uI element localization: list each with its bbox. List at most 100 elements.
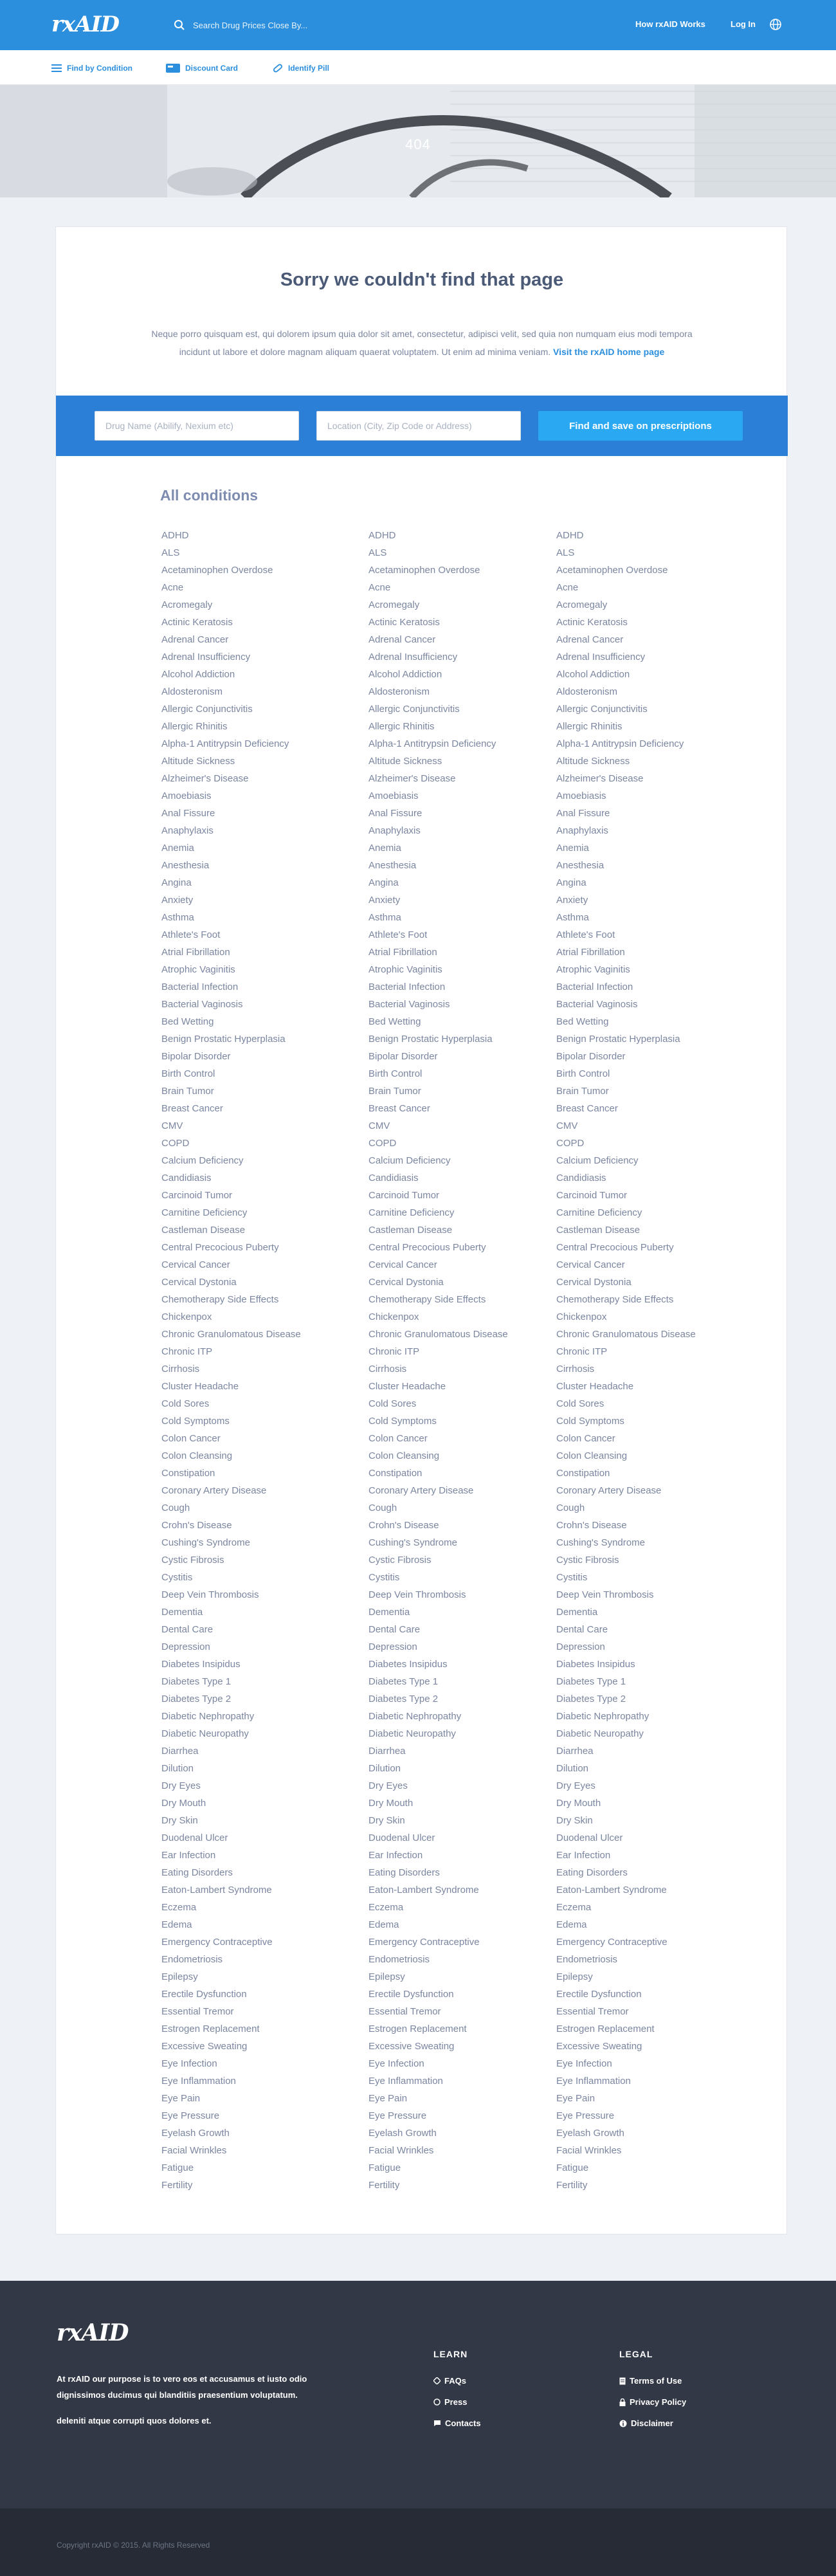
condition-link[interactable]: Anxiety	[556, 891, 696, 909]
condition-link[interactable]: Diabetes Insipidus	[556, 1656, 696, 1673]
condition-link[interactable]: Eye Pain	[556, 2090, 696, 2107]
condition-link[interactable]: Ear Infection	[556, 1847, 696, 1864]
condition-link[interactable]: Colon Cleansing	[161, 1447, 301, 1465]
condition-link[interactable]: Alpha-1 Antitrypsin Deficiency	[368, 735, 508, 753]
condition-link[interactable]: Diabetes Insipidus	[161, 1656, 301, 1673]
identify-pill-link[interactable]: Identify Pill	[273, 62, 329, 75]
condition-link[interactable]: Alcohol Addiction	[161, 666, 301, 683]
condition-link[interactable]: Bipolar Disorder	[556, 1048, 696, 1065]
condition-link[interactable]: Eye Pressure	[556, 2107, 696, 2124]
condition-link[interactable]: Eating Disorders	[368, 1864, 508, 1881]
condition-link[interactable]: Eye Infection	[556, 2055, 696, 2072]
condition-link[interactable]: ADHD	[368, 527, 508, 544]
condition-link[interactable]: Athlete's Foot	[161, 926, 301, 944]
condition-link[interactable]: Diabetic Nephropathy	[556, 1708, 696, 1725]
condition-link[interactable]: Adrenal Insufficiency	[368, 648, 508, 666]
condition-link[interactable]: Chronic Granulomatous Disease	[161, 1326, 301, 1343]
condition-link[interactable]: Cold Symptoms	[556, 1412, 696, 1430]
condition-link[interactable]: Ear Infection	[368, 1847, 508, 1864]
condition-link[interactable]: Breast Cancer	[556, 1100, 696, 1117]
condition-link[interactable]: Fatigue	[368, 2159, 508, 2177]
condition-link[interactable]: Adrenal Cancer	[368, 631, 508, 648]
condition-link[interactable]: Diabetes Type 2	[556, 1690, 696, 1708]
condition-link[interactable]: Eczema	[556, 1899, 696, 1916]
condition-link[interactable]: Calcium Deficiency	[368, 1152, 508, 1169]
condition-link[interactable]: Dry Skin	[556, 1812, 696, 1829]
find-prescriptions-button[interactable]: Find and save on prescriptions	[538, 411, 743, 441]
condition-link[interactable]: Carcinoid Tumor	[368, 1187, 508, 1204]
condition-link[interactable]: Emergency Contraceptive	[368, 1933, 508, 1951]
condition-link[interactable]: Epilepsy	[161, 1968, 301, 1986]
condition-link[interactable]: Chronic Granulomatous Disease	[556, 1326, 696, 1343]
condition-link[interactable]: Carcinoid Tumor	[556, 1187, 696, 1204]
privacy-link[interactable]: Privacy Policy	[619, 2397, 686, 2407]
condition-link[interactable]: Cervical Dystonia	[161, 1274, 301, 1291]
condition-link[interactable]: Chronic Granulomatous Disease	[368, 1326, 508, 1343]
condition-link[interactable]: Cough	[161, 1499, 301, 1517]
condition-link[interactable]: Angina	[556, 874, 696, 891]
condition-link[interactable]: Alpha-1 Antitrypsin Deficiency	[161, 735, 301, 753]
condition-link[interactable]: Birth Control	[368, 1065, 508, 1082]
condition-link[interactable]: Alzheimer's Disease	[556, 770, 696, 787]
condition-link[interactable]: ALS	[368, 544, 508, 562]
condition-link[interactable]: Acne	[368, 579, 508, 596]
condition-link[interactable]: Colon Cleansing	[556, 1447, 696, 1465]
condition-link[interactable]: Amoebiasis	[368, 787, 508, 805]
condition-link[interactable]: Chickenpox	[368, 1308, 508, 1326]
condition-link[interactable]: COPD	[368, 1135, 508, 1152]
condition-link[interactable]: Allergic Conjunctivitis	[161, 700, 301, 718]
condition-link[interactable]: Eye Inflammation	[161, 2072, 301, 2090]
condition-link[interactable]: Emergency Contraceptive	[161, 1933, 301, 1951]
condition-link[interactable]: Benign Prostatic Hyperplasia	[556, 1030, 696, 1048]
condition-link[interactable]: Anal Fissure	[368, 805, 508, 822]
condition-link[interactable]: Bacterial Vaginosis	[161, 996, 301, 1013]
condition-link[interactable]: Amoebiasis	[161, 787, 301, 805]
condition-link[interactable]: Anaphylaxis	[161, 822, 301, 839]
condition-link[interactable]: Diarrhea	[161, 1742, 301, 1760]
condition-link[interactable]: Cystitis	[161, 1569, 301, 1586]
condition-link[interactable]: Brain Tumor	[161, 1082, 301, 1100]
condition-link[interactable]: Bed Wetting	[556, 1013, 696, 1030]
condition-link[interactable]: Estrogen Replacement	[161, 2020, 301, 2038]
condition-link[interactable]: Coronary Artery Disease	[368, 1482, 508, 1499]
condition-link[interactable]: Endometriosis	[161, 1951, 301, 1968]
condition-link[interactable]: Duodenal Ulcer	[161, 1829, 301, 1847]
condition-link[interactable]: Diabetes Type 1	[368, 1673, 508, 1690]
condition-link[interactable]: Eaton-Lambert Syndrome	[556, 1881, 696, 1899]
disclaimer-link[interactable]: Disclaimer	[619, 2418, 673, 2428]
condition-link[interactable]: Adrenal Insufficiency	[556, 648, 696, 666]
condition-link[interactable]: Atrophic Vaginitis	[556, 961, 696, 978]
condition-link[interactable]: ALS	[556, 544, 696, 562]
condition-link[interactable]: Cold Sores	[161, 1395, 301, 1412]
condition-link[interactable]: Allergic Conjunctivitis	[368, 700, 508, 718]
condition-link[interactable]: Excessive Sweating	[368, 2038, 508, 2055]
condition-link[interactable]: Castleman Disease	[161, 1221, 301, 1239]
condition-link[interactable]: Asthma	[161, 909, 301, 926]
condition-link[interactable]: Actinic Keratosis	[556, 614, 696, 631]
condition-link[interactable]: Diabetic Nephropathy	[161, 1708, 301, 1725]
condition-link[interactable]: Castleman Disease	[368, 1221, 508, 1239]
condition-link[interactable]: Diabetes Type 1	[161, 1673, 301, 1690]
condition-link[interactable]: Adrenal Insufficiency	[161, 648, 301, 666]
condition-link[interactable]: Atrial Fibrillation	[556, 944, 696, 961]
globe-icon[interactable]	[769, 18, 782, 31]
condition-link[interactable]: ALS	[161, 544, 301, 562]
condition-link[interactable]: Calcium Deficiency	[161, 1152, 301, 1169]
condition-link[interactable]: Allergic Rhinitis	[368, 718, 508, 735]
condition-link[interactable]: Atrial Fibrillation	[161, 944, 301, 961]
condition-link[interactable]: Allergic Rhinitis	[161, 718, 301, 735]
condition-link[interactable]: Bacterial Vaginosis	[368, 996, 508, 1013]
condition-link[interactable]: Eaton-Lambert Syndrome	[161, 1881, 301, 1899]
condition-link[interactable]: Chemotherapy Side Effects	[368, 1291, 508, 1308]
condition-link[interactable]: Dilution	[556, 1760, 696, 1777]
condition-link[interactable]: Dry Eyes	[161, 1777, 301, 1795]
condition-link[interactable]: Diabetic Neuropathy	[556, 1725, 696, 1742]
condition-link[interactable]: Aldosteronism	[556, 683, 696, 700]
condition-link[interactable]: Alzheimer's Disease	[368, 770, 508, 787]
condition-link[interactable]: Cirrhosis	[161, 1360, 301, 1378]
condition-link[interactable]: Diabetic Nephropathy	[368, 1708, 508, 1725]
condition-link[interactable]: Fertility	[556, 2177, 696, 2194]
condition-link[interactable]: Breast Cancer	[368, 1100, 508, 1117]
condition-link[interactable]: Anal Fissure	[556, 805, 696, 822]
condition-link[interactable]: Chronic ITP	[368, 1343, 508, 1360]
